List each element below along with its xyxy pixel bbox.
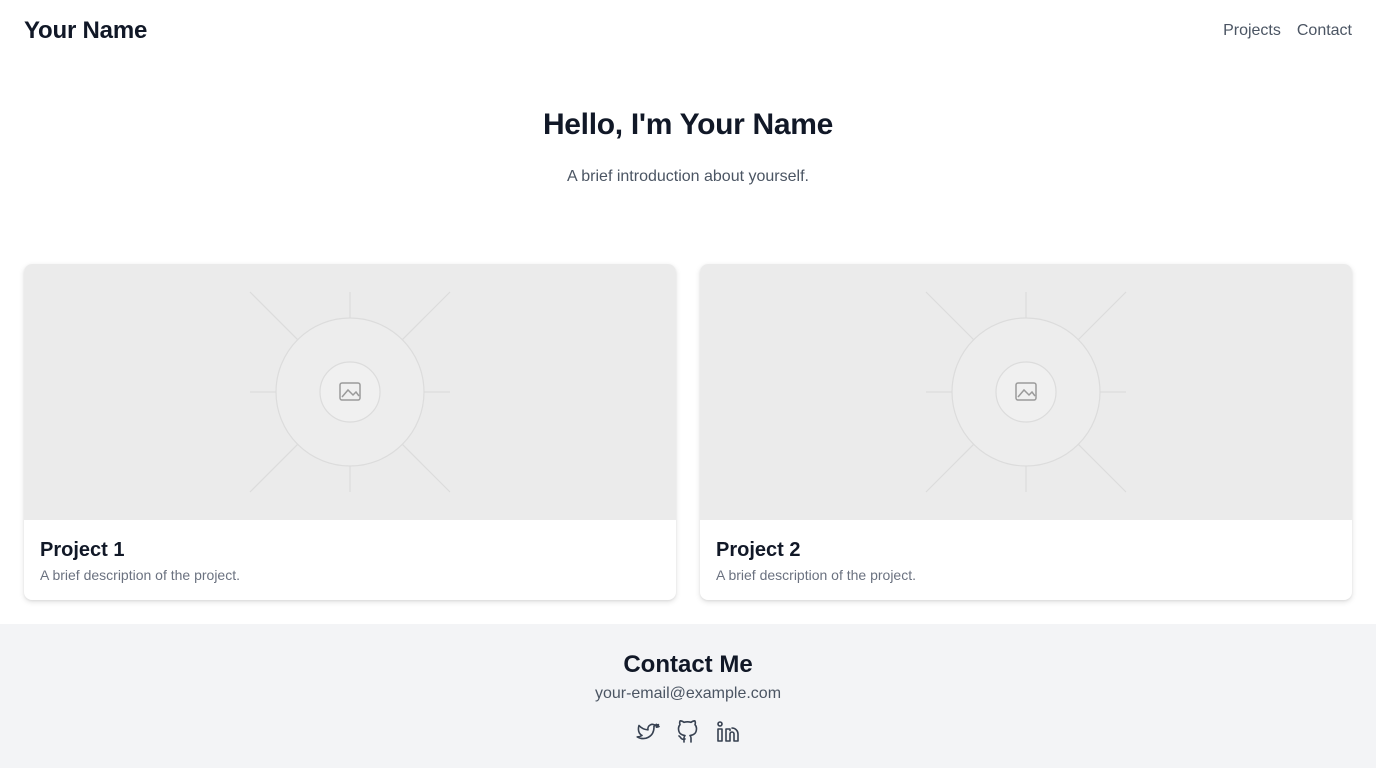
site-brand[interactable]: Your Name xyxy=(24,17,147,45)
twitter-icon[interactable] xyxy=(636,720,660,744)
github-icon[interactable] xyxy=(676,720,700,744)
main-nav: Projects Contact xyxy=(1223,22,1352,40)
project-image-placeholder xyxy=(700,264,1352,520)
project-image-placeholder xyxy=(24,264,676,520)
nav-link-contact[interactable]: Contact xyxy=(1297,22,1352,40)
hero-title: Hello, I'm Your Name xyxy=(542,108,834,141)
site-header: Your Name Projects Contact xyxy=(0,0,1376,64)
image-placeholder-icon xyxy=(925,291,1127,493)
project-card-1[interactable]: Project 1 A brief description of the pro… xyxy=(24,264,676,600)
projects-section: Project 1 A brief description of the pro… xyxy=(24,264,1352,600)
hero-subtitle: A brief introduction about yourself. xyxy=(567,168,809,185)
social-links xyxy=(0,720,1376,744)
hero-section: Hello, I'm Your Name A brief introductio… xyxy=(0,108,1376,186)
image-placeholder-icon xyxy=(249,291,451,493)
contact-email[interactable]: your-email@example.com xyxy=(0,685,1376,703)
project-description: A brief description of the project. xyxy=(716,567,916,583)
linkedin-icon[interactable] xyxy=(716,720,740,744)
nav-link-projects[interactable]: Projects xyxy=(1223,22,1281,40)
project-title[interactable]: Project 1 xyxy=(40,539,660,562)
contact-title: Contact Me xyxy=(623,651,753,678)
project-card-body: Project 2 A brief description of the pro… xyxy=(700,520,1352,583)
contact-section: Contact Me your-email@example.com xyxy=(0,624,1376,768)
project-description: A brief description of the project. xyxy=(40,567,240,583)
project-title[interactable]: Project 2 xyxy=(716,539,1336,562)
project-card-body: Project 1 A brief description of the pro… xyxy=(24,520,676,583)
project-card-2[interactable]: Project 2 A brief description of the pro… xyxy=(700,264,1352,600)
